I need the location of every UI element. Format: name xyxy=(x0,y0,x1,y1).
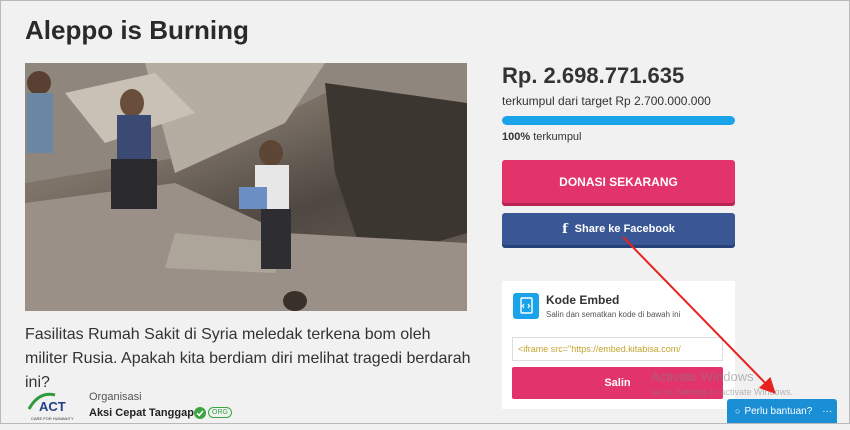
help-chat-widget[interactable]: ○ Perlu bantuan? ··· xyxy=(727,399,837,423)
more-options-icon[interactable]: ··· xyxy=(822,406,832,417)
donation-progress-bar xyxy=(502,116,735,125)
organization-badge: ORG xyxy=(208,407,232,418)
verified-check-icon xyxy=(194,406,206,424)
progress-label: 100% terkumpul xyxy=(502,131,582,143)
embed-title: Kode Embed xyxy=(546,293,620,307)
activate-windows-subtitle: Go to Settings to activate Windows. xyxy=(651,387,794,397)
embed-subtitle: Salin dan sematkan kode di bawah ini xyxy=(546,310,681,319)
progress-suffix: terkumpul xyxy=(530,131,582,143)
share-facebook-button[interactable]: f Share ke Facebook xyxy=(502,213,735,245)
help-chat-label: Perlu bantuan? xyxy=(744,405,813,417)
activate-windows-title: Activate Windows xyxy=(651,369,754,384)
organization-name[interactable]: Aksi Cepat Tanggap xyxy=(89,407,194,419)
svg-text:ACT: ACT xyxy=(39,399,66,414)
organization-label: Organisasi xyxy=(89,391,142,403)
page-title: Aleppo is Burning xyxy=(25,15,249,45)
facebook-icon: f xyxy=(562,221,568,237)
organization-logo: ACT CARE FOR HUMANITY xyxy=(25,387,75,425)
chat-icon: ○ xyxy=(735,406,741,416)
donation-progress-fill xyxy=(502,116,735,125)
embed-code-field[interactable]: <iframe src="https://embed.kitabisa.com/ xyxy=(512,337,723,361)
donate-button[interactable]: DONASI SEKARANG xyxy=(502,160,735,203)
svg-text:CARE FOR HUMANITY: CARE FOR HUMANITY xyxy=(31,416,74,421)
donation-amount: Rp. 2.698.771.635 xyxy=(502,63,685,88)
campaign-image xyxy=(25,63,467,311)
share-facebook-label: Share ke Facebook xyxy=(574,223,675,235)
progress-percent: 100% xyxy=(502,131,531,143)
donation-target: terkumpul dari target Rp 2.700.000.000 xyxy=(502,94,711,108)
campaign-description: Fasilitas Rumah Sakit di Syria meledak t… xyxy=(25,326,471,391)
embed-code-icon xyxy=(513,293,539,319)
